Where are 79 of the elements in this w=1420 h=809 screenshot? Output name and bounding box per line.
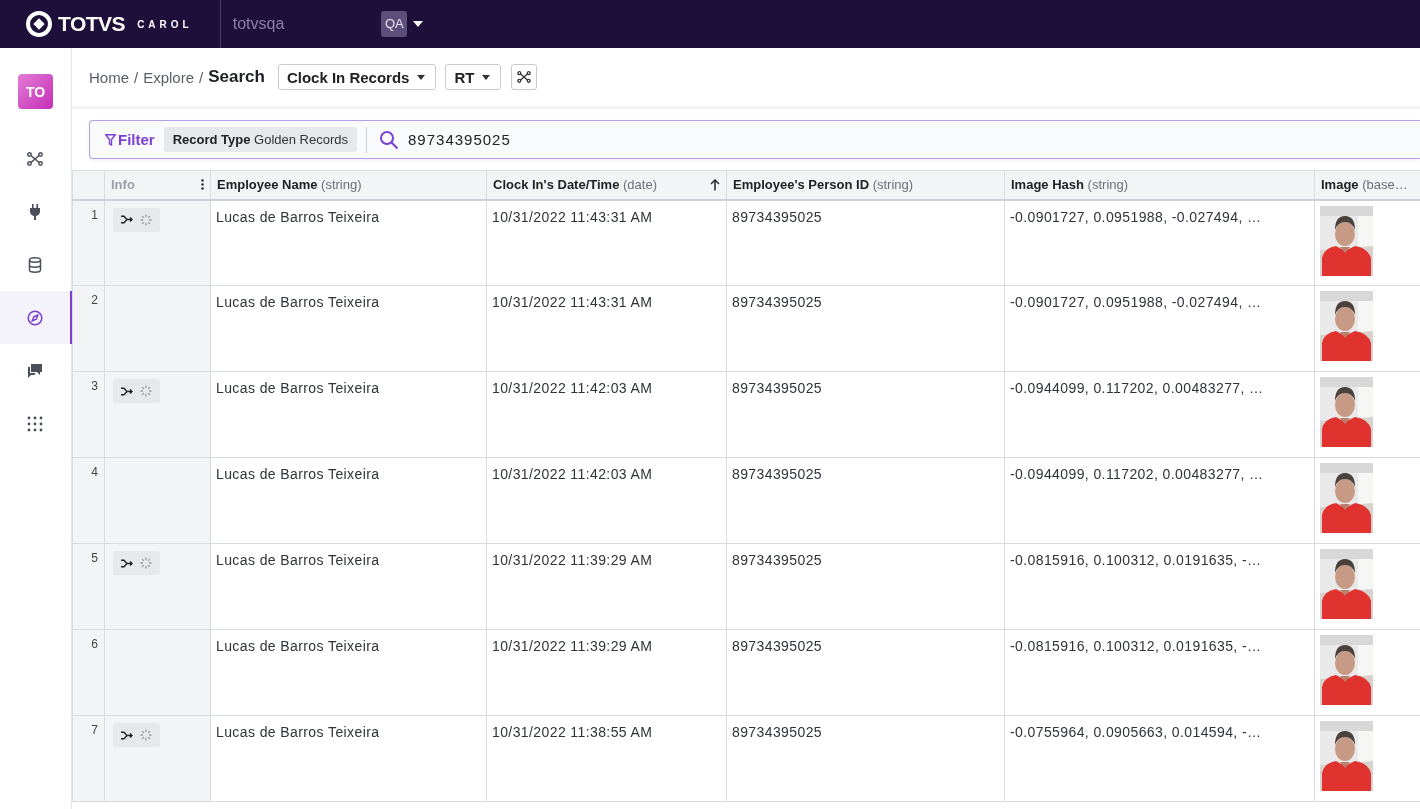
row-actions[interactable] [113, 551, 160, 575]
sidebar-item[interactable] [0, 291, 72, 344]
row-number: 4 [91, 465, 98, 479]
breadcrumb-separator: / [199, 68, 204, 86]
caret-icon [417, 74, 426, 80]
database-icon [28, 256, 42, 273]
page-title: Search [208, 67, 265, 87]
org-name: totvsqa [219, 0, 285, 48]
table-cell: -0.0944099, 0.117202, 0.00483277, … [1010, 466, 1264, 482]
row-number: 1 [91, 207, 98, 222]
table-cell: 10/31/2022 11:39:29 AM [492, 552, 653, 568]
brand-name: TOTVS [58, 12, 126, 36]
breadcrumb-separator: / [134, 68, 139, 86]
table-cell: 89734395025 [732, 380, 823, 396]
row-number: 5 [91, 551, 98, 565]
search-field[interactable]: 89734395025 [408, 131, 709, 148]
funnel-icon [105, 133, 116, 146]
filter-chip[interactable]: Record Type Golden Records [163, 127, 358, 152]
table-cell: 10/31/2022 11:43:31 AM [492, 294, 653, 310]
merge-icon [121, 558, 133, 568]
table-cell: -0.0944099, 0.117202, 0.00483277, … [1010, 380, 1264, 396]
table-cell: -0.0815916, 0.100312, 0.0191635, -… [1010, 552, 1262, 568]
row-number: 2 [91, 293, 98, 307]
graph-button[interactable] [511, 64, 538, 90]
table-cell: -0.0815916, 0.100312, 0.0191635, -… [1010, 638, 1262, 654]
table-cell: 89734395025 [732, 294, 823, 310]
caret-icon [482, 74, 491, 80]
chat-icon [27, 363, 43, 378]
app-badge[interactable]: TO [18, 74, 53, 109]
table-cell: 10/31/2022 11:43:31 AM [492, 208, 653, 225]
sort-arrow-icon[interactable] [710, 178, 720, 191]
breadcrumb-link[interactable]: Explore [143, 68, 195, 86]
merge-icon [121, 215, 133, 224]
table-cell: Lucas de Barros Teixeira [216, 294, 380, 310]
spinner-icon [140, 213, 152, 226]
table-cell: 89734395025 [732, 638, 823, 654]
row-number: 7 [91, 723, 98, 737]
merge-icon [121, 730, 133, 740]
network-icon [27, 151, 43, 166]
table-cell: Lucas de Barros Teixeira [216, 380, 380, 396]
spinner-icon [140, 557, 152, 569]
breadcrumb-link[interactable]: Home [89, 68, 129, 86]
row-number: 3 [91, 379, 98, 393]
table-cell: Lucas de Barros Teixeira [216, 552, 380, 568]
row-actions[interactable] [113, 207, 160, 232]
table-cell: 10/31/2022 11:42:03 AM [492, 466, 653, 482]
row-actions[interactable] [113, 723, 160, 747]
table-cell: 10/31/2022 11:42:03 AM [492, 380, 653, 396]
plug-icon [29, 203, 41, 220]
table-cell: 89734395025 [732, 466, 823, 482]
filter-button[interactable]: Filter [105, 131, 155, 148]
table-cell: Lucas de Barros Teixeira [216, 638, 380, 654]
network-icon [517, 71, 532, 83]
row-number: 6 [91, 637, 98, 651]
table-cell: -0.0901727, 0.0951988, -0.027494, … [1010, 208, 1262, 225]
table-cell: 10/31/2022 11:39:29 AM [492, 638, 653, 654]
table-cell: 89734395025 [732, 724, 823, 740]
table-cell: 10/31/2022 11:38:55 AM [492, 724, 653, 740]
dropdown-button[interactable]: RT [445, 64, 502, 90]
user-badge[interactable]: QA [381, 11, 408, 37]
apps-grid-icon [27, 415, 43, 432]
merge-icon [121, 386, 133, 396]
caret-icon[interactable] [413, 21, 424, 27]
spinner-icon [140, 385, 152, 397]
table-cell: -0.0755964, 0.0905663, 0.014594, -… [1010, 724, 1262, 740]
table-cell: -0.0901727, 0.0951988, -0.027494, … [1010, 294, 1262, 310]
table-cell: 89734395025 [732, 552, 823, 568]
spinner-icon [140, 729, 152, 741]
more-icon[interactable] [201, 179, 204, 191]
table-cell: Lucas de Barros Teixeira [216, 724, 380, 740]
table-cell: Lucas de Barros Teixeira [216, 208, 380, 225]
dropdown-button[interactable]: Clock In Records [277, 64, 437, 90]
product-name: CAROL [137, 18, 193, 30]
table-cell: Lucas de Barros Teixeira [216, 466, 380, 482]
table-cell: 89734395025 [732, 208, 823, 225]
compass-icon [27, 309, 43, 326]
search-icon [379, 129, 400, 150]
logo-icon [26, 11, 52, 37]
row-actions[interactable] [113, 379, 160, 403]
